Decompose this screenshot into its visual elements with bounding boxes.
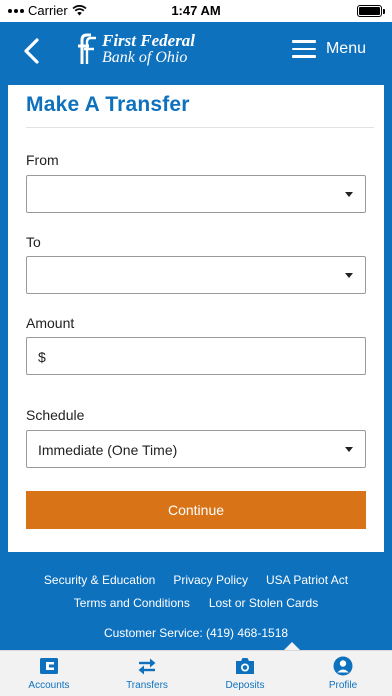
lost-stolen-cards-link[interactable]: Lost or Stolen Cards xyxy=(209,596,318,610)
page-title: Make A Transfer xyxy=(26,93,190,116)
dropdown-caret-icon xyxy=(345,192,353,197)
tab-transfers-label: Transfers xyxy=(126,680,168,691)
tab-profile[interactable]: Profile xyxy=(294,656,392,691)
tab-deposits[interactable]: Deposits xyxy=(196,656,294,691)
chevron-left-icon xyxy=(24,38,39,64)
battery-icon xyxy=(357,5,385,17)
tab-transfers[interactable]: Transfers xyxy=(98,656,196,691)
schedule-label: Schedule xyxy=(26,407,85,423)
status-bar: Carrier 1:47 AM xyxy=(0,0,392,22)
schedule-value: Immediate (One Time) xyxy=(38,442,178,458)
footer: Security & Education Privacy Policy USA … xyxy=(0,556,392,650)
tab-deposits-label: Deposits xyxy=(225,680,265,691)
amount-currency-prefix: $ xyxy=(38,349,46,365)
from-label: From xyxy=(26,152,59,168)
security-education-link[interactable]: Security & Education xyxy=(44,573,155,587)
hamburger-icon xyxy=(291,40,316,58)
terms-conditions-link[interactable]: Terms and Conditions xyxy=(74,596,190,610)
ff-logo-mark-icon xyxy=(78,33,96,64)
amount-label: Amount xyxy=(26,315,75,331)
camera-icon xyxy=(236,658,254,674)
app-header: First Federal Bank of Ohio Menu xyxy=(0,22,392,82)
logo-line-2: Bank of Ohio xyxy=(102,49,188,66)
tab-accounts[interactable]: Accounts xyxy=(0,656,98,691)
from-account-select[interactable] xyxy=(26,175,366,213)
logo-line-1: First Federal xyxy=(102,31,196,50)
privacy-policy-link[interactable]: Privacy Policy xyxy=(173,573,248,587)
amount-input[interactable]: $ xyxy=(26,337,366,375)
bottom-tab-bar: Accounts Transfers Deposits Profile xyxy=(0,650,392,696)
title-divider xyxy=(26,127,374,128)
schedule-select[interactable]: Immediate (One Time) xyxy=(26,430,366,468)
usa-patriot-act-link[interactable]: USA Patriot Act xyxy=(266,573,348,587)
customer-service-phone-link[interactable]: Customer Service: (419) 468-1518 xyxy=(104,626,288,640)
transfer-arrows-icon xyxy=(138,658,156,675)
dropdown-caret-icon xyxy=(345,447,353,452)
dropdown-caret-icon xyxy=(345,273,353,278)
continue-button[interactable]: Continue xyxy=(26,491,366,529)
tab-accounts-label: Accounts xyxy=(28,680,70,691)
user-icon xyxy=(333,656,353,676)
transfer-form-card: Make A Transfer From To Amount $ Schedul… xyxy=(8,85,384,552)
accounts-icon xyxy=(40,658,58,674)
bank-logo: First Federal Bank of Ohio xyxy=(72,32,195,66)
menu-button[interactable]: Menu xyxy=(291,40,366,58)
to-label: To xyxy=(26,234,41,250)
status-time: 1:47 AM xyxy=(171,3,221,18)
tab-profile-label: Profile xyxy=(328,680,358,691)
menu-label: Menu xyxy=(325,40,366,57)
back-button[interactable] xyxy=(18,36,46,66)
to-account-select[interactable] xyxy=(26,256,366,294)
